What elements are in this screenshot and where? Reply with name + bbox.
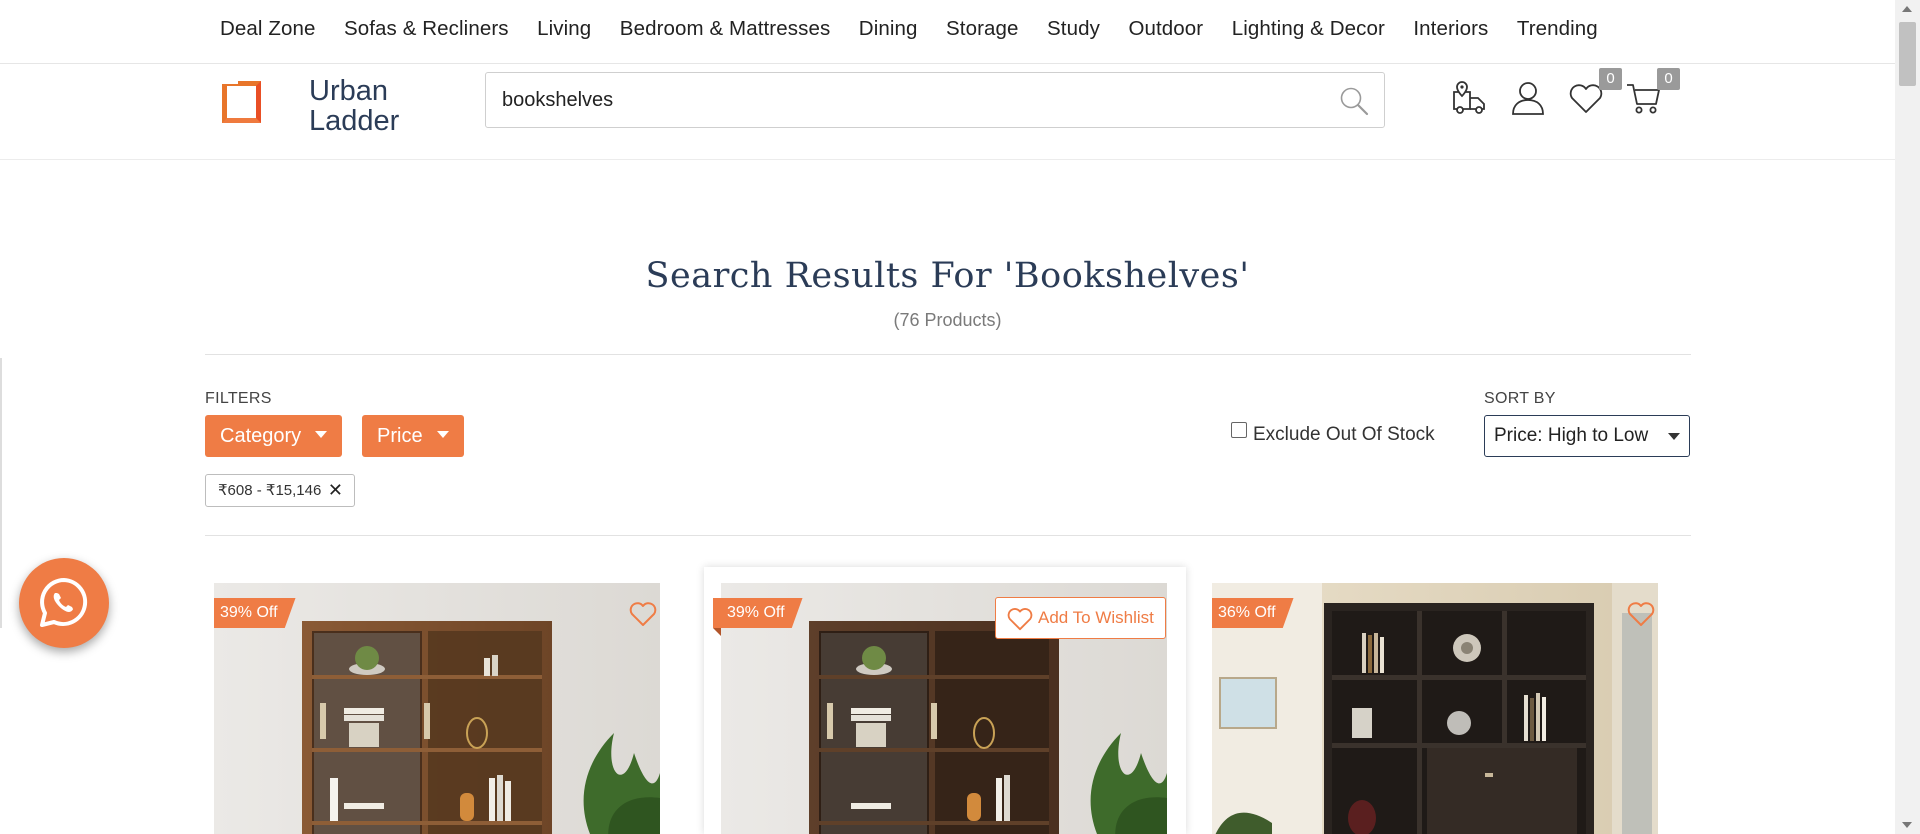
- add-to-wishlist-button[interactable]: Add To Wishlist: [995, 597, 1166, 639]
- search-icon[interactable]: [1338, 85, 1370, 117]
- caret-down-icon: [315, 431, 328, 439]
- logo-word-ladder: Ladder: [309, 105, 400, 137]
- nav-item-lighting-decor[interactable]: Lighting & Decor: [1232, 17, 1385, 41]
- logo-wordmark: Urban Ladder: [309, 76, 399, 136]
- wishlist-heart-icon[interactable]: [1626, 600, 1656, 628]
- page-scrollbar[interactable]: [1895, 0, 1920, 834]
- search-input[interactable]: [502, 85, 1302, 115]
- price-filter-label: Price: [377, 425, 423, 447]
- nav-item-dining[interactable]: Dining: [859, 17, 918, 41]
- scroll-down-arrow-icon[interactable]: [1902, 822, 1912, 828]
- category-filter-label: Category: [220, 425, 302, 447]
- discount-badge: 36% Off: [1212, 598, 1294, 628]
- category-filter-button[interactable]: Category: [205, 415, 343, 457]
- nav-item-outdoor[interactable]: Outdoor: [1128, 17, 1203, 41]
- sort-by-label: SORT BY: [1484, 390, 1556, 407]
- whatsapp-chat-button[interactable]: [19, 558, 109, 648]
- nav-item-bedroom-mattresses[interactable]: Bedroom & Mattresses: [620, 17, 831, 41]
- add-to-wishlist-label: Add To Wishlist: [1038, 608, 1154, 627]
- cart-count-badge: 0: [1657, 68, 1680, 90]
- divider: [205, 535, 1691, 536]
- wishlist-count-badge: 0: [1599, 68, 1622, 90]
- discount-badge-fold: [713, 628, 721, 636]
- caret-down-icon: [436, 431, 449, 439]
- top-navigation: Deal Zone Sofas & Recliners Living Bedro…: [0, 0, 1895, 64]
- divider: [205, 354, 1691, 355]
- sort-selected-value: Price: High to Low: [1494, 425, 1649, 446]
- exclude-out-of-stock-checkbox[interactable]: [1231, 422, 1247, 438]
- exclude-out-of-stock[interactable]: Exclude Out Of Stock: [1231, 422, 1435, 446]
- price-filter-button[interactable]: Price: [362, 415, 464, 457]
- side-panel-edge: [0, 358, 2, 628]
- sort-select[interactable]: Price: High to Low: [1484, 415, 1690, 457]
- nav-item-sofas-recliners[interactable]: Sofas & Recliners: [344, 17, 509, 41]
- remove-filter-icon[interactable]: ✕: [328, 475, 343, 506]
- nav-item-trending[interactable]: Trending: [1517, 17, 1598, 41]
- logo-mark: [222, 81, 261, 123]
- filters-label: FILTERS: [205, 390, 272, 407]
- nav-item-living[interactable]: Living: [537, 17, 591, 41]
- product-card[interactable]: 36% Off: [1212, 567, 1660, 834]
- urban-ladder-logo[interactable]: Urban Ladder: [221, 72, 421, 136]
- account-icon[interactable]: [1508, 78, 1548, 118]
- logo-word-urban: Urban: [309, 75, 388, 107]
- nav-item-study[interactable]: Study: [1047, 17, 1100, 41]
- scroll-up-arrow-icon[interactable]: [1902, 6, 1912, 12]
- active-price-filter-chip: ₹608 - ₹15,146 ✕: [205, 474, 355, 507]
- whatsapp-icon: [40, 578, 88, 627]
- nav-item-storage[interactable]: Storage: [946, 17, 1019, 41]
- search-box: [485, 72, 1385, 128]
- scrollbar-thumb[interactable]: [1899, 22, 1916, 86]
- wishlist-heart-icon[interactable]: [628, 600, 658, 628]
- logo-mark-gap: [221, 76, 238, 84]
- site-header: Urban Ladder 0: [0, 64, 1895, 160]
- discount-badge: 39% Off: [713, 598, 803, 628]
- nav-item-interiors[interactable]: Interiors: [1413, 17, 1488, 41]
- delivery-truck-icon[interactable]: [1450, 78, 1490, 118]
- price-range-label: ₹608 - ₹15,146: [218, 482, 322, 499]
- results-count: (76 Products): [893, 310, 1002, 330]
- discount-badge: 39% Off: [214, 598, 296, 628]
- search-results-title: Search Results For 'Bookshelves': [645, 256, 1250, 296]
- wishlist-heart-icon: [1007, 608, 1033, 631]
- caret-down-icon: [1668, 433, 1680, 440]
- nav-item-deal-zone[interactable]: Deal Zone: [220, 17, 315, 41]
- exclude-out-of-stock-label: Exclude Out Of Stock: [1253, 424, 1435, 445]
- product-card[interactable]: 39% Off Add To Wishlist: [704, 567, 1186, 834]
- product-card[interactable]: 39% Off: [214, 567, 662, 834]
